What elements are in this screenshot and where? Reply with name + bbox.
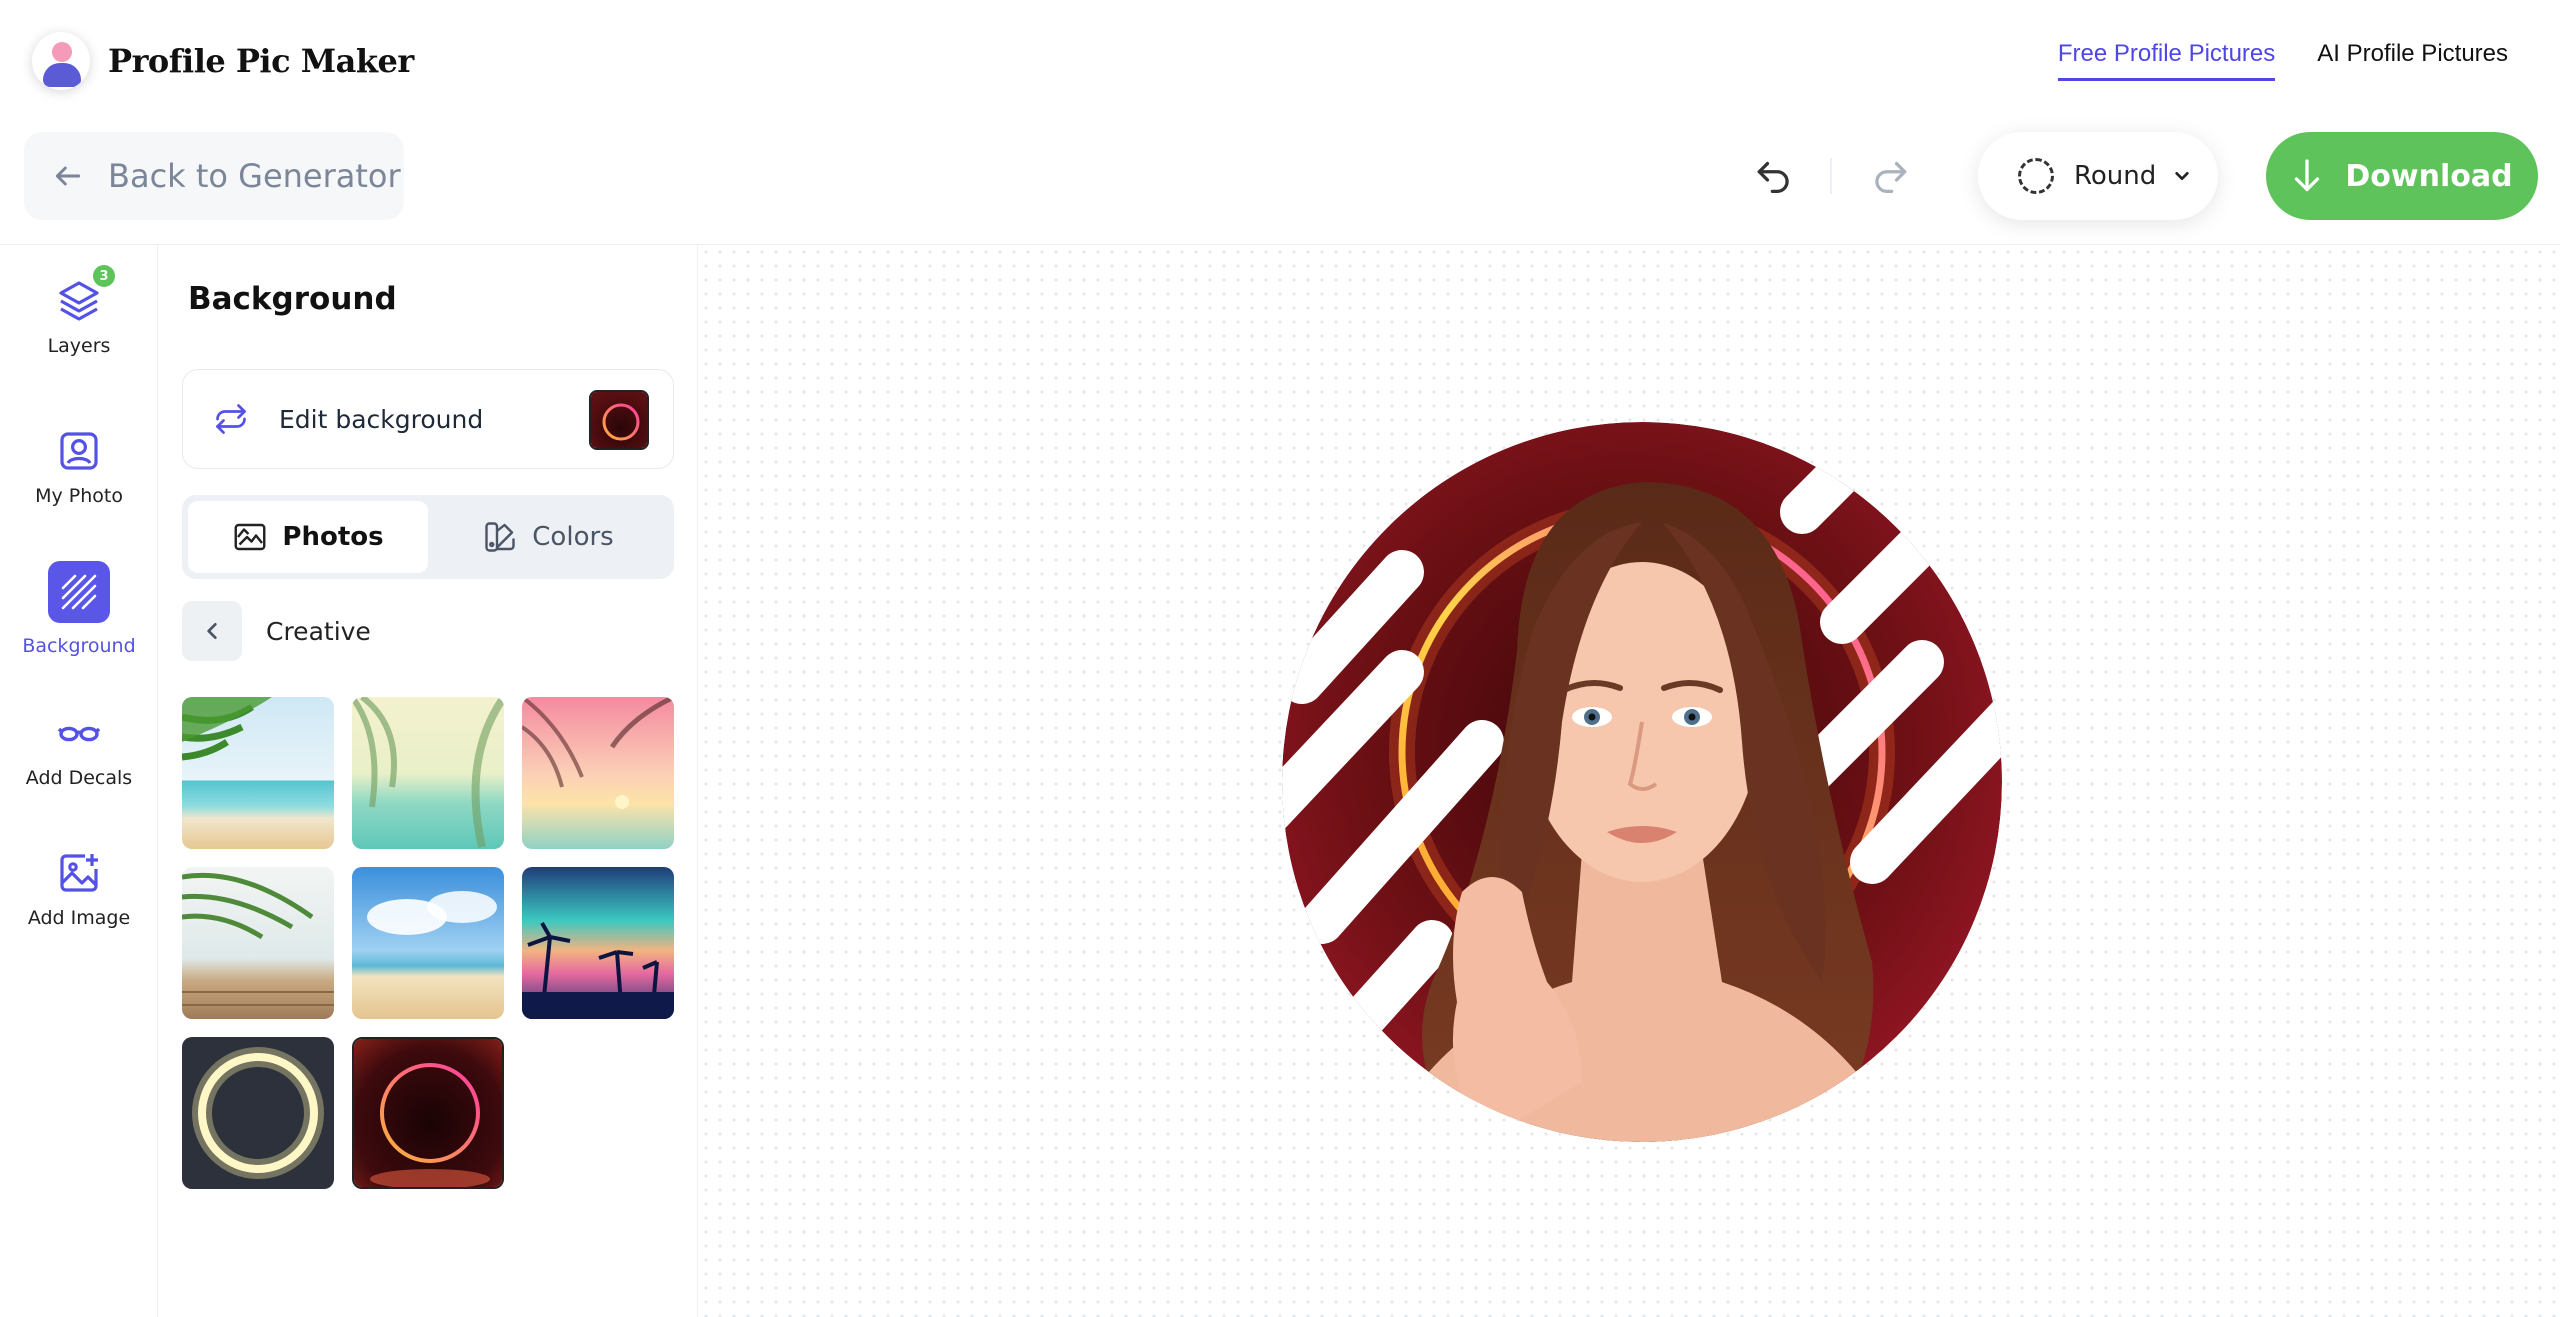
source-tabs: Photos Colors: [182, 495, 674, 579]
category-label: Creative: [266, 616, 371, 646]
redo-icon[interactable]: [1870, 157, 1910, 193]
download-arrow-icon: [2295, 159, 2320, 192]
thumbnail-palm-deck[interactable]: [182, 867, 334, 1019]
download-label: Download: [2345, 158, 2513, 194]
thumbnail-tropical-haze[interactable]: [352, 697, 504, 849]
shape-label: Round: [2074, 161, 2157, 191]
rail-label: My Photo: [35, 485, 123, 507]
rail-item-add-decals[interactable]: Add Decals: [0, 709, 158, 789]
background-icon: [48, 561, 110, 623]
rail-item-background[interactable]: Background: [0, 561, 158, 657]
category-breadcrumb: Creative: [182, 601, 371, 661]
logo-avatar-icon: [32, 32, 90, 90]
shape-dropdown[interactable]: Round: [1978, 132, 2218, 220]
thumbnail-sunset-palms[interactable]: [522, 697, 674, 849]
nav-free-profile-pictures[interactable]: Free Profile Pictures: [2057, 40, 2276, 81]
download-button[interactable]: Download: [2266, 132, 2538, 220]
thumbnail-red-neon-ring[interactable]: [352, 1037, 504, 1189]
top-nav: Free Profile Pictures AI Profile Picture…: [2057, 40, 2508, 81]
round-shape-icon: [2018, 158, 2054, 194]
arrow-left-icon: [55, 166, 81, 186]
layers-count-badge: 3: [93, 265, 115, 287]
palette-icon: [485, 522, 515, 552]
rail-item-add-image[interactable]: Add Image: [0, 849, 158, 929]
tool-rail: 3 Layers My Photo Background Add Decals: [0, 245, 158, 1317]
chevron-left-icon: [207, 623, 217, 639]
thumbnail-neon-palms[interactable]: [522, 867, 674, 1019]
top-header: Profile Pic Maker Free Profile Pictures …: [0, 0, 2560, 122]
editor-canvas[interactable]: [699, 245, 2560, 1317]
undo-icon[interactable]: [1754, 157, 1794, 193]
logo[interactable]: Profile Pic Maker: [32, 32, 414, 90]
swap-icon: [216, 404, 246, 434]
rail-item-layers[interactable]: 3 Layers: [0, 265, 158, 357]
category-back-button[interactable]: [182, 601, 242, 661]
rail-item-my-photo[interactable]: My Photo: [0, 427, 158, 507]
current-background-thumb: [589, 390, 649, 450]
thumbnail-beach-palm[interactable]: [182, 697, 334, 849]
portrait-icon: [55, 427, 103, 475]
profile-picture-art: [1282, 422, 2002, 1142]
tab-photos[interactable]: Photos: [188, 501, 428, 573]
back-to-generator-button[interactable]: Back to Generator: [24, 132, 404, 220]
tab-colors[interactable]: Colors: [428, 501, 668, 573]
edit-background-button[interactable]: Edit background: [182, 369, 674, 469]
background-panel: Background Edit background Photos Colors…: [158, 245, 698, 1317]
back-label: Back to Generator: [108, 157, 401, 195]
rail-label: Background: [22, 635, 136, 657]
toolbar-divider: [1830, 158, 1832, 194]
edit-background-label: Edit background: [279, 404, 484, 434]
panel-title: Background: [188, 281, 397, 317]
rail-label: Add Decals: [25, 767, 133, 789]
photos-icon: [234, 523, 266, 551]
rail-label: Layers: [47, 335, 111, 357]
rail-label: Add Image: [27, 907, 131, 929]
thumbnail-sand-sky[interactable]: [352, 867, 504, 1019]
chevron-down-icon: [2175, 172, 2189, 180]
thumbnail-yellow-ring[interactable]: [182, 1037, 334, 1189]
add-image-icon: [55, 849, 103, 897]
app-title: Profile Pic Maker: [108, 42, 414, 80]
glasses-icon: [55, 709, 103, 757]
tab-photos-label: Photos: [282, 522, 384, 552]
profile-picture-preview[interactable]: [1282, 422, 2002, 1142]
layers-icon: 3: [55, 265, 115, 325]
nav-ai-profile-pictures[interactable]: AI Profile Pictures: [2317, 40, 2508, 81]
tab-colors-label: Colors: [532, 522, 614, 552]
